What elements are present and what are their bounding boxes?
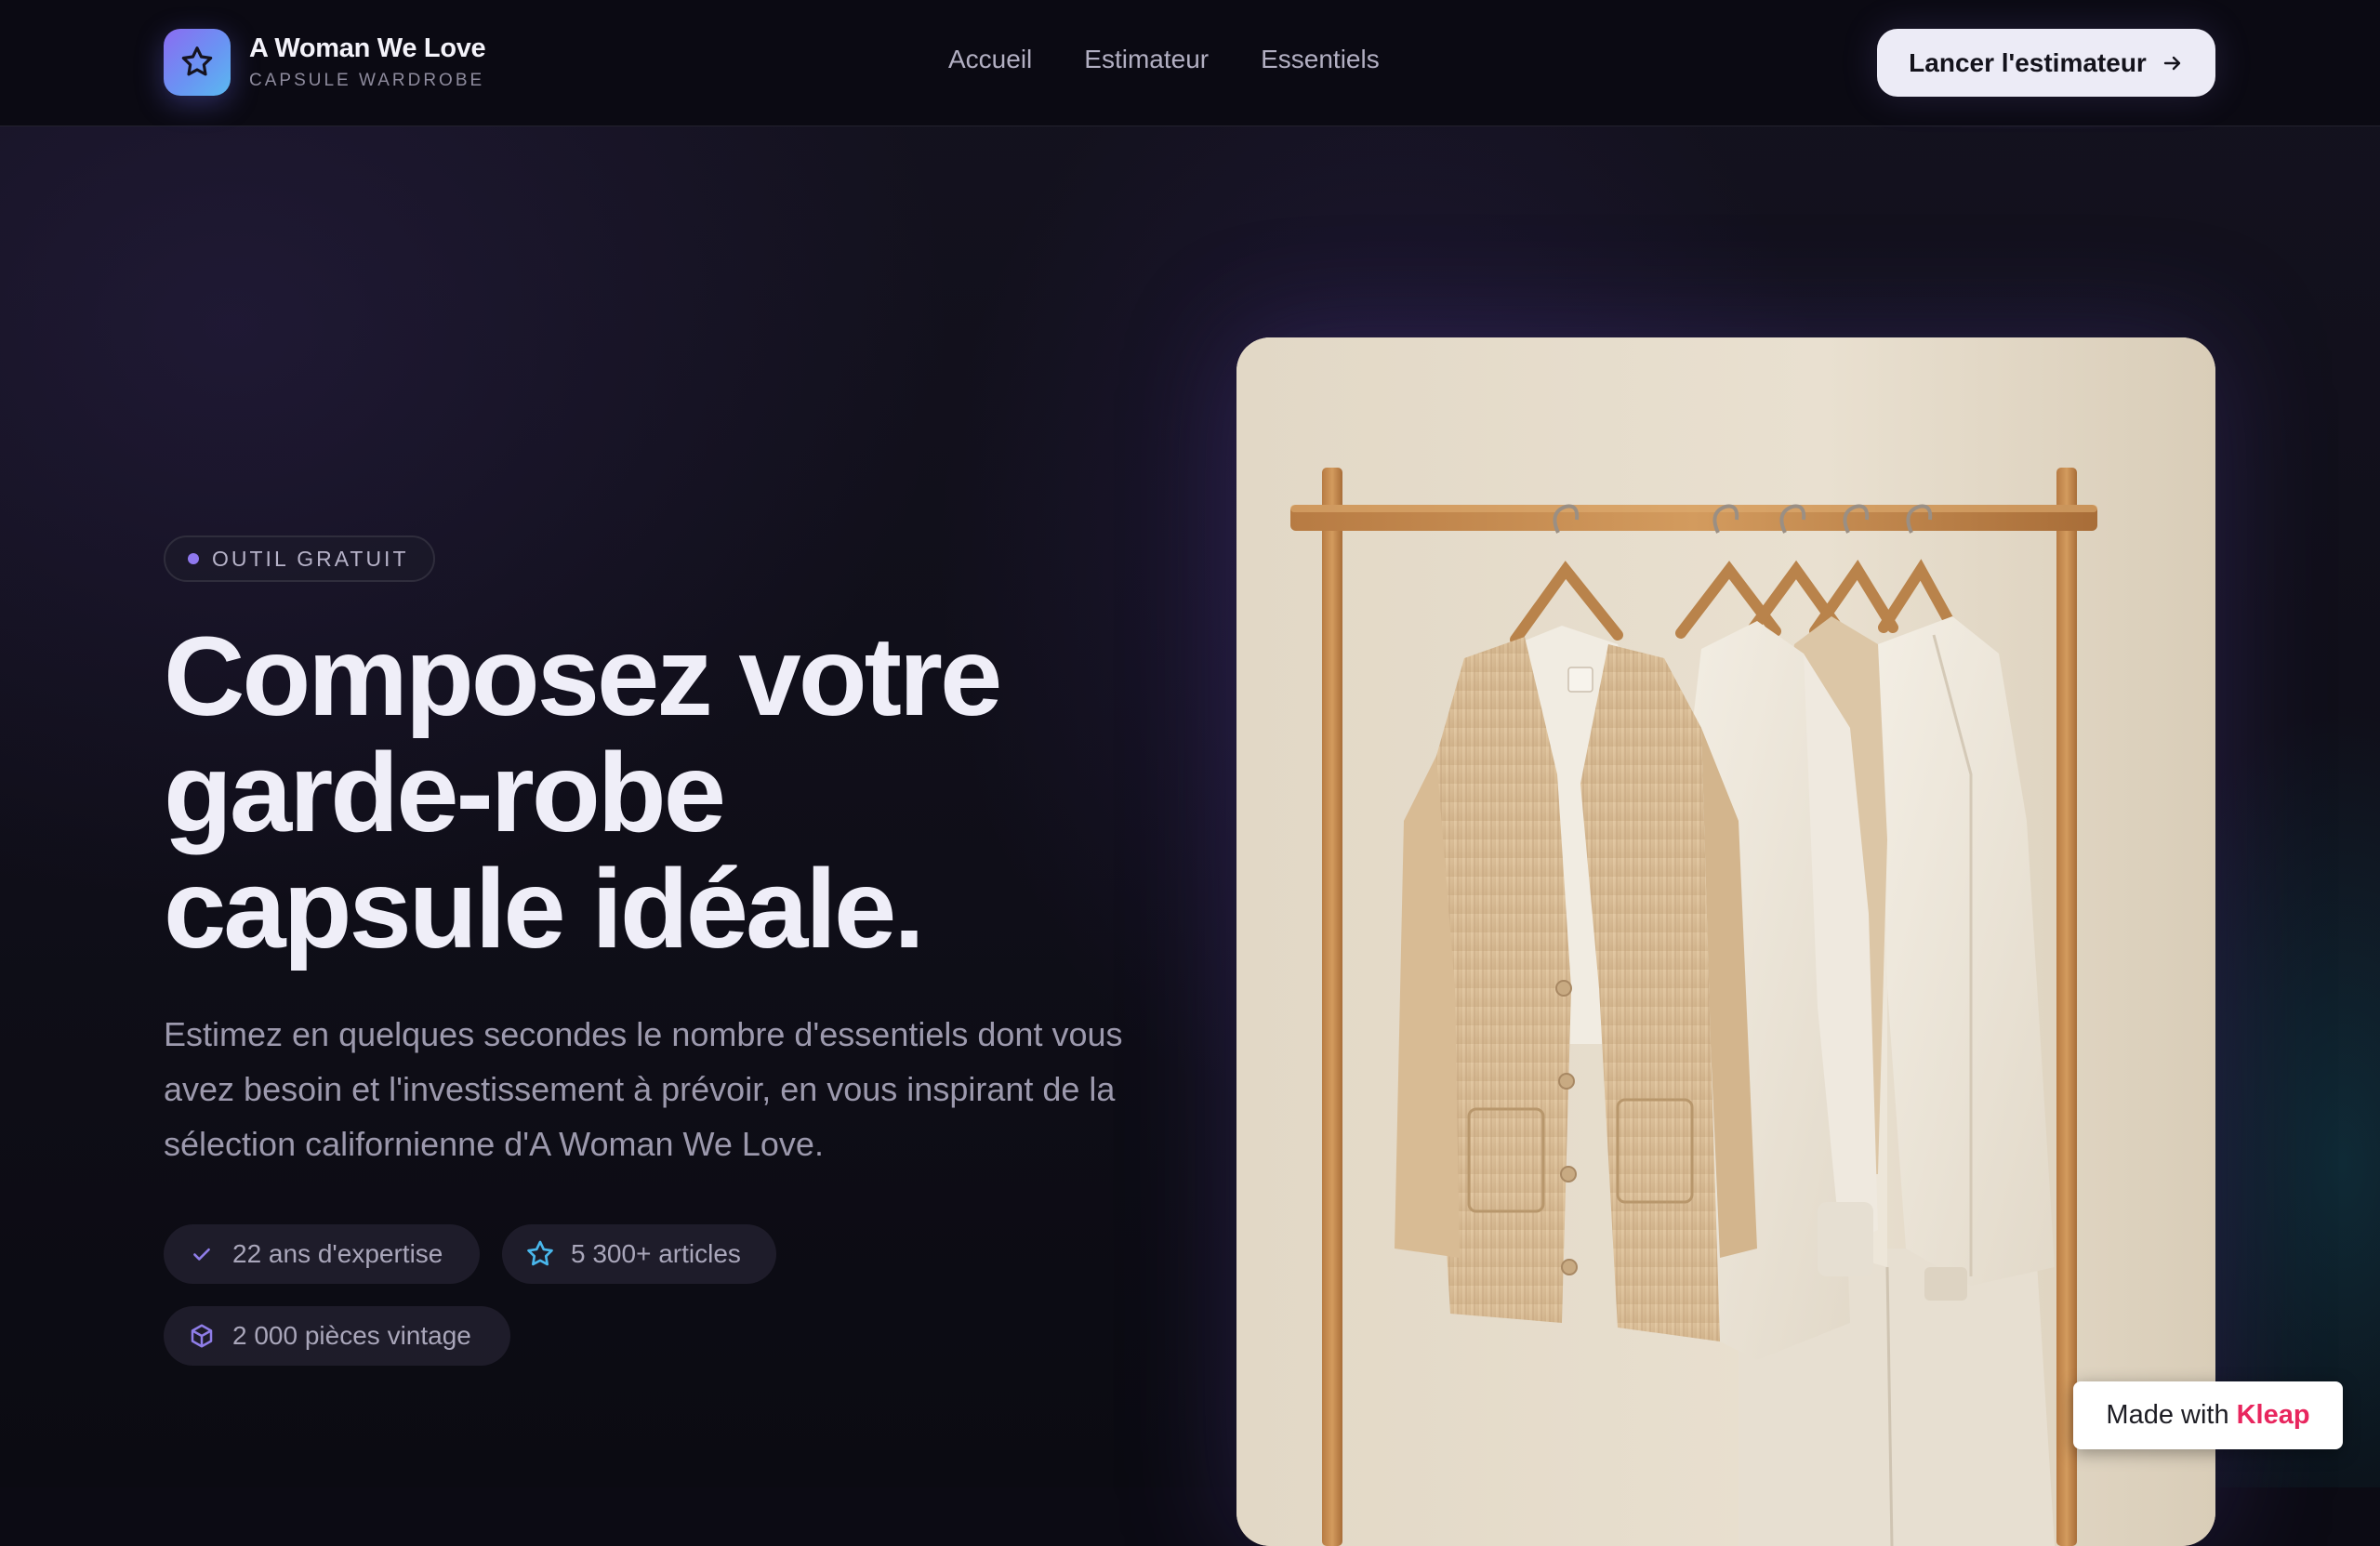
hero-lead: Estimez en quelques secondes le nombre d…	[164, 1015, 1123, 1163]
hero-image	[1236, 337, 2215, 1546]
badge-prefix: Made with	[2106, 1400, 2229, 1430]
stat-expertise-label: 22 ans d'expertise	[232, 1239, 443, 1268]
stat-articles: 5 300+ articles	[502, 1224, 776, 1284]
hero-section: OUTIL GRATUIT Composez votre garde-robe …	[0, 0, 2380, 1546]
stat-articles-label: 5 300+ articles	[571, 1239, 741, 1268]
pill-label: OUTIL GRATUIT	[212, 546, 409, 571]
arrow-right-icon	[2163, 56, 2181, 70]
nav-link-accueil[interactable]: Accueil	[948, 45, 1032, 74]
pill-dot	[188, 553, 199, 564]
headline-line-2: garde-robe	[164, 729, 726, 855]
stat-expertise: 22 ans d'expertise	[164, 1224, 480, 1284]
clothing-rack-illustration	[1236, 337, 2215, 1546]
headline-line-3: capsule idéale.	[164, 845, 925, 971]
main-nav: Accueil Estimateur Essentiels	[948, 45, 1380, 74]
star-icon	[524, 1238, 556, 1270]
stat-vintage: 2 000 pièces vintage	[164, 1306, 510, 1366]
star-icon	[181, 46, 213, 76]
brand-name[interactable]: A Woman We Love	[249, 33, 486, 64]
launch-estimator-label: Lancer l'estimateur	[1909, 47, 2147, 77]
launch-estimator-button[interactable]: Lancer l'estimateur	[1877, 29, 2215, 97]
headline-line-1: Composez votre	[164, 613, 1002, 739]
brand-tagline: CAPSULE WARDROBE	[249, 71, 485, 90]
nav-link-estimateur[interactable]: Estimateur	[1084, 45, 1209, 74]
logo[interactable]	[164, 29, 231, 96]
nav-link-essentiels[interactable]: Essentiels	[1261, 45, 1380, 74]
stat-vintage-label: 2 000 pièces vintage	[232, 1321, 471, 1350]
made-with-kleap-badge[interactable]: Made with Kleap	[2073, 1381, 2343, 1449]
free-tool-pill: OUTIL GRATUIT	[164, 535, 435, 582]
check-icon	[186, 1242, 218, 1266]
hero-headline: Composez votre garde-robe capsule idéale…	[164, 613, 1002, 971]
box-icon	[186, 1322, 218, 1350]
badge-brand: Kleap	[2236, 1400, 2310, 1430]
site-header: A Woman We Love CAPSULE WARDROBE Accueil…	[0, 0, 2380, 126]
